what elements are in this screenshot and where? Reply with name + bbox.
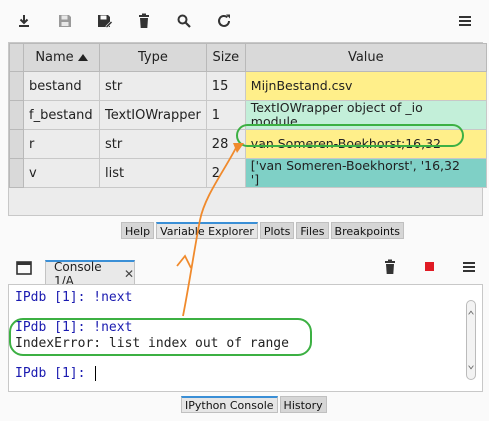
value-line: ']	[250, 172, 260, 187]
bottom-pane-tabbar: IPython Console History	[181, 396, 327, 413]
tab-help[interactable]: Help	[121, 222, 155, 239]
console-tab[interactable]: Console 1/A ✕	[45, 260, 135, 288]
tab-ipython-console[interactable]: IPython Console	[181, 396, 278, 413]
row-header[interactable]	[9, 129, 24, 159]
import-icon[interactable]	[13, 10, 35, 32]
column-header-name[interactable]: Name	[23, 43, 100, 72]
value-line: TextIOWrapper object of _io	[250, 100, 423, 115]
variable-value[interactable]: ['van Someren-Boekhorst', '16,32 ']	[244, 158, 487, 188]
console-prompt: IPdb [1]:	[15, 366, 94, 381]
tab-history[interactable]: History	[279, 396, 327, 413]
options-menu-icon[interactable]	[454, 10, 476, 32]
scroll-arrows-icon	[468, 310, 474, 370]
variable-name: bestand	[23, 71, 100, 101]
delete-icon[interactable]	[133, 10, 155, 32]
close-icon[interactable]: ✕	[124, 267, 134, 281]
variable-size: 1	[205, 100, 246, 130]
console-input-line[interactable]: IPdb [1]:	[15, 366, 97, 381]
row-header[interactable]	[9, 71, 24, 101]
search-icon[interactable]	[173, 10, 195, 32]
delete-icon[interactable]	[382, 259, 398, 275]
tab-breakpoints[interactable]: Breakpoints	[330, 222, 405, 239]
table-corner	[9, 43, 24, 72]
console-prompt: IPdb [1]:	[15, 290, 94, 305]
text-cursor	[95, 366, 97, 381]
console-scrollbar[interactable]	[466, 300, 476, 380]
refresh-icon[interactable]	[213, 10, 235, 32]
row-header[interactable]	[9, 100, 24, 130]
browse-tabs-icon[interactable]	[16, 260, 34, 276]
highlight-outline	[9, 318, 312, 356]
row-header[interactable]	[9, 158, 24, 188]
console-command: !next	[93, 290, 133, 305]
tab-files[interactable]: Files	[296, 222, 329, 239]
column-header-size[interactable]: Size	[205, 43, 246, 72]
tab-plots[interactable]: Plots	[259, 222, 295, 239]
save-as-icon[interactable]	[94, 10, 116, 32]
highlight-outline	[236, 124, 464, 147]
top-pane-tabbar: Help Variable Explorer Plots Files Break…	[121, 222, 405, 239]
column-header-type[interactable]: Type	[99, 43, 207, 72]
table-row[interactable]: bestand str 15 MijnBestand.csv	[9, 71, 487, 101]
variable-value[interactable]: MijnBestand.csv	[244, 71, 487, 101]
value-line: ['van Someren-Boekhorst', '16,32	[250, 158, 460, 173]
variable-size: 15	[205, 71, 246, 101]
variable-name: v	[23, 158, 100, 188]
variable-name: r	[23, 129, 100, 159]
console-line: IPdb [1]: !next	[15, 290, 132, 305]
column-header-value[interactable]: Value	[244, 43, 487, 72]
variable-type: str	[99, 71, 207, 101]
stop-icon[interactable]	[425, 262, 434, 271]
variable-explorer-toolbar	[0, 0, 489, 42]
variable-name: f_bestand	[23, 100, 100, 130]
save-icon[interactable]	[54, 10, 76, 32]
sort-ascending-icon	[77, 54, 88, 61]
variable-type: TextIOWrapper	[99, 100, 207, 130]
options-menu-icon[interactable]	[461, 259, 477, 275]
annotation-arrow	[176, 143, 244, 317]
